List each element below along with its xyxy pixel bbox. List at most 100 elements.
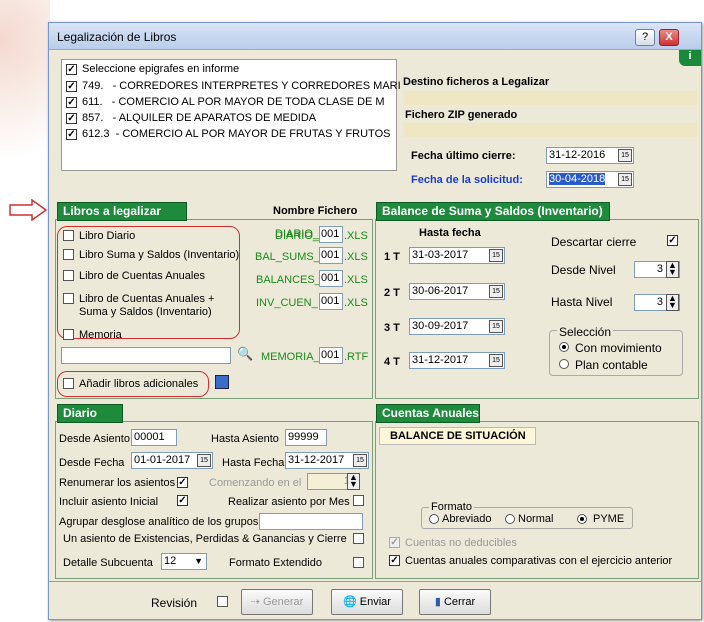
arrow-right-icon: [9, 199, 48, 221]
sumas-num-field[interactable]: 001: [319, 247, 343, 264]
renumerar-label: Renumerar los asientos: [59, 477, 176, 489]
realizar-checkbox[interactable]: [353, 495, 364, 506]
desde-nivel-stepper[interactable]: ▲ ▼: [666, 261, 679, 278]
info-icon[interactable]: i: [679, 50, 701, 66]
title-bar: Legalización de Libros ? X: [49, 23, 701, 50]
revision-label: Revisión: [151, 596, 198, 610]
diario-ext: .XLS: [344, 230, 368, 242]
diario-header: Diario: [57, 404, 123, 423]
fecha-cierre-field[interactable]: 31-12-2016 15: [546, 147, 634, 164]
calendar-icon[interactable]: 15: [489, 285, 503, 298]
descartar-checkbox[interactable]: ✓: [667, 235, 678, 246]
calendar-icon[interactable]: 15: [489, 354, 503, 367]
comparativas-checkbox[interactable]: ✓: [389, 555, 400, 566]
nombre-fichero-label: Nombre Fichero: [273, 205, 358, 217]
un-asiento-checkbox[interactable]: [353, 533, 364, 544]
seleccion-label: Selección: [557, 325, 614, 339]
trimestre-label: 4 T: [384, 356, 400, 368]
generar-icon: ⇢: [250, 596, 263, 608]
incluir-checkbox[interactable]: ✓: [177, 495, 188, 506]
enviar-button[interactable]: 🌐 Enviar: [331, 589, 403, 615]
hasta-nivel-stepper[interactable]: ▲ ▼: [666, 294, 679, 311]
comenzando-label: Comenzando en el: [209, 477, 302, 489]
agrupar-field[interactable]: [259, 513, 363, 530]
inv-prefix: INV_CUEN_: [256, 297, 318, 309]
sumas-ext: .XLS: [344, 251, 368, 263]
trimestre-3-field[interactable]: 30-09-2017 15: [409, 318, 505, 335]
sumas-prefix: BAL_SUMS_: [255, 251, 320, 263]
hasta-asiento-label: Hasta Asiento: [211, 433, 279, 445]
hasta-fecha-field[interactable]: 31-12-2017 15: [285, 452, 369, 469]
balances-ext: .XLS: [344, 274, 368, 286]
libros-highlight: [57, 226, 240, 339]
un-asiento-label: Un asiento de Existencias, Perdidas & Ga…: [63, 533, 347, 545]
comenzando-stepper[interactable]: ▲ ▼: [347, 473, 360, 490]
chevron-down-icon: ▼: [194, 556, 203, 566]
trimestre-4-field[interactable]: 31-12-2017 15: [409, 352, 505, 369]
zip-path: [403, 123, 697, 137]
memoria-prefix: MEMORIA_: [261, 351, 320, 363]
door-icon: ▮: [434, 596, 444, 608]
trimestre-2-field[interactable]: 30-06-2017 15: [409, 283, 505, 300]
calendar-icon[interactable]: 15: [197, 454, 211, 467]
footer-divider: [49, 581, 701, 582]
hasta-fecha-label: Hasta Fecha: [222, 457, 285, 469]
fecha-solicitud-field[interactable]: 30-04-2018 15: [546, 171, 634, 188]
cerrar-button[interactable]: ▮ Cerrar: [419, 589, 491, 615]
diario-prefix: DIARIO_: [275, 230, 320, 242]
revision-checkbox[interactable]: [217, 596, 228, 607]
incluir-label: Incluir asiento Inicial: [59, 496, 159, 508]
no-deducibles-checkbox[interactable]: ✓: [389, 537, 400, 548]
hasta-asiento-field[interactable]: 99999: [285, 429, 327, 446]
diario-num-field[interactable]: 001: [319, 226, 343, 243]
main-window: Legalización de Libros ? X i ✓ Seleccione…: [48, 22, 702, 620]
fecha-solicitud-label: Fecha de la solicitud:: [411, 174, 523, 186]
calendar-icon[interactable]: 15: [353, 454, 367, 467]
cuentas-header: Cuentas Anuales: [376, 404, 480, 423]
desde-asiento-field[interactable]: 00001: [131, 429, 177, 446]
trimestre-1-field[interactable]: 31-03-2017 15: [409, 247, 505, 264]
detalle-select[interactable]: 12 ▼: [161, 553, 207, 570]
inv-ext: .XLS: [344, 297, 368, 309]
search-folder-icon[interactable]: 🔍: [237, 346, 253, 362]
globe-icon: 🌐: [343, 596, 360, 608]
hasta-nivel-label: Hasta Nivel: [551, 295, 613, 309]
destino-path: [403, 91, 697, 105]
memoria-path-field[interactable]: [61, 347, 231, 364]
desde-asiento-label: Desde Asiento: [59, 433, 130, 445]
agrupar-label: Agrupar desglose analítico de los grupos: [59, 516, 259, 528]
list-icon[interactable]: [215, 375, 229, 389]
formato-extendido-label: Formato Extendido: [229, 557, 322, 569]
calendar-icon[interactable]: 15: [489, 249, 503, 262]
memoria-ext: .RTF: [344, 351, 369, 363]
zip-label: Fichero ZIP generado: [405, 109, 518, 121]
epigrafes-list: ✓ Seleccione epigrafes en informe ✓ 749. -…: [61, 59, 401, 171]
hasta-fecha-label: Hasta fecha: [419, 227, 481, 239]
window-title: Legalización de Libros: [57, 30, 177, 44]
destino-label: Destino ficheros a Legalizar: [403, 76, 550, 88]
desde-nivel-label: Desde Nivel: [551, 263, 616, 277]
calendar-icon[interactable]: 15: [618, 173, 632, 186]
calendar-icon[interactable]: 15: [618, 149, 632, 162]
inv-num-field[interactable]: 001: [319, 293, 343, 310]
no-deducibles-label: Cuentas no deducibles: [405, 537, 517, 549]
libros-header: Libros a legalizar: [57, 202, 187, 221]
trimestre-label: 3 T: [384, 322, 400, 334]
memoria-num-field[interactable]: 001: [319, 347, 343, 364]
trimestre-label: 1 T: [384, 251, 400, 263]
help-button[interactable]: ?: [635, 29, 655, 46]
close-button[interactable]: X: [659, 29, 679, 46]
desde-fecha-field[interactable]: 01-01-2017 15: [131, 452, 213, 469]
balances-num-field[interactable]: 001: [319, 270, 343, 287]
comparativas-label: Cuentas anuales comparativas con el ejer…: [405, 555, 673, 567]
background-decoration: [0, 0, 50, 160]
tab-balance-situacion[interactable]: BALANCE DE SITUACIÓN: [379, 427, 536, 445]
calendar-icon[interactable]: 15: [489, 320, 503, 333]
formato-label: Formato: [429, 501, 474, 513]
formato-extendido-checkbox[interactable]: [353, 557, 364, 568]
detalle-label: Detalle Subcuenta: [63, 557, 153, 569]
descartar-label: Descartar cierre: [551, 235, 637, 249]
generar-button[interactable]: ⇢ Generar: [241, 589, 313, 615]
fecha-cierre-label: Fecha último cierre:: [411, 150, 516, 162]
renumerar-checkbox[interactable]: ✓: [177, 477, 188, 488]
